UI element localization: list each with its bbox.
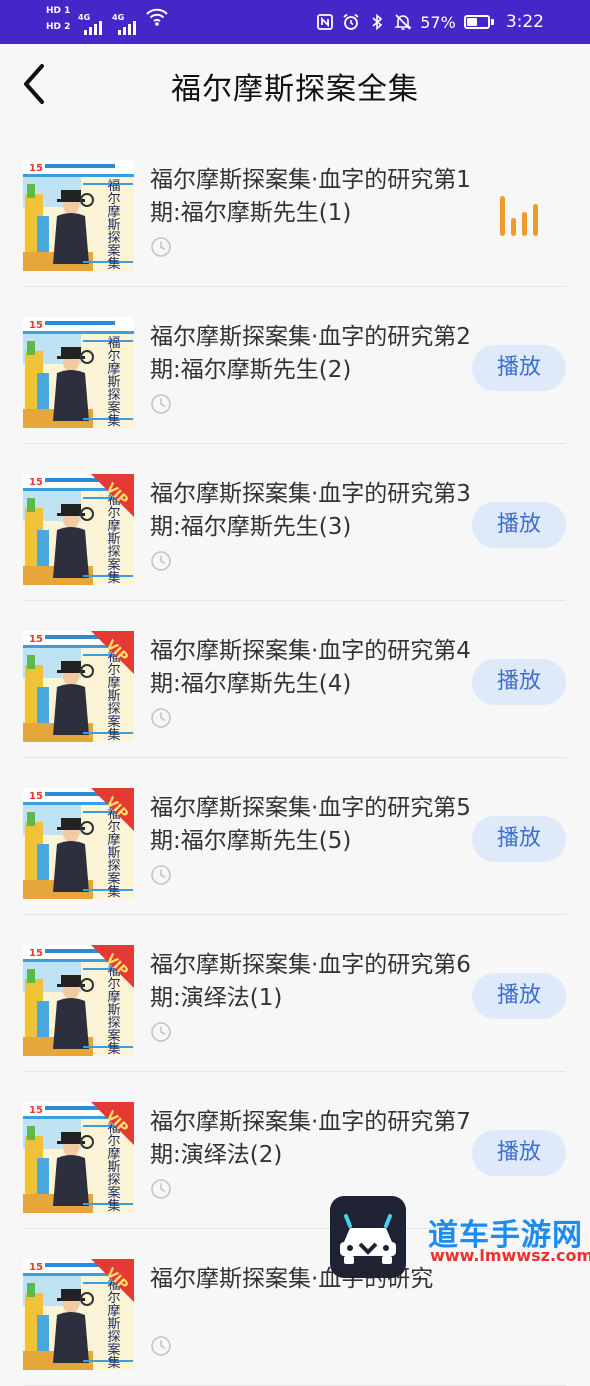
clock-icon (150, 864, 172, 886)
clock-icon (150, 1178, 172, 1200)
episode-title: 福尔摩斯探案集·血字的研究第1期:福尔摩斯先生(1) (150, 167, 471, 226)
play-button[interactable]: 播放 (472, 973, 566, 1019)
episode-title: 福尔摩斯探案集·血字的研究第6期:演绎法(1) (150, 952, 471, 1011)
now-playing-icon (496, 192, 544, 240)
cover-art: 15 福尔摩斯探案集 VIP (23, 1259, 134, 1370)
hd1-badge: HD 1 (46, 6, 71, 16)
list-item[interactable]: 15 福尔摩斯探案集 福尔摩斯探案集·血字的研究第1期:福尔摩斯先生(1) (0, 130, 590, 287)
svg-text:15: 15 (29, 320, 43, 331)
episode-title: 福尔摩斯探案集·血字的研究第2期:福尔摩斯先生(2) (150, 324, 471, 383)
episode-cover: 15 福尔摩斯探案集 VIP (23, 631, 134, 742)
episode-title: 福尔摩斯探案集·血字的研究第5期:福尔摩斯先生(5) (150, 795, 471, 854)
hd2-badge: HD 2 (46, 22, 71, 32)
episode-cover: 15 福尔摩斯探案集 VIP (23, 788, 134, 899)
clock-icon (150, 707, 172, 729)
episode-cover: 15 福尔摩斯探案集 VIP (23, 1102, 134, 1213)
cover-art: 15 福尔摩斯探案集 VIP (23, 1102, 134, 1213)
cover-art: 15 福尔摩斯探案集 VIP (23, 788, 134, 899)
svg-text:15: 15 (29, 163, 43, 174)
car-icon (340, 1214, 396, 1264)
page-title: 福尔摩斯探案全集 (171, 72, 419, 107)
list-item[interactable]: 15 福尔摩斯探案集 VIP 福尔摩斯探案集·血字的研究第4期:福尔摩斯先生(4… (0, 601, 590, 758)
site-watermark: 道车手游网 www.lmwwsz.com (330, 1196, 590, 1278)
status-bar: HD 1 HD 2 4G 4G 57% 3:22 (0, 0, 590, 44)
battery-percent: 57% (420, 12, 456, 32)
list-item[interactable]: 15 福尔摩斯探案集 福尔摩斯探案集·血字的研究第2期:福尔摩斯先生(2) 播放 (0, 287, 590, 444)
play-button[interactable]: 播放 (472, 659, 566, 705)
cover-art: 15 福尔摩斯探案集 VIP (23, 945, 134, 1056)
cover-art: 15 福尔摩斯探案集 (23, 317, 134, 428)
clock-icon (150, 550, 172, 572)
episode-title: 福尔摩斯探案集·血字的研究第3期:福尔摩斯先生(3) (150, 481, 471, 540)
episode-cover: 15 福尔摩斯探案集 (23, 317, 134, 428)
cover-spine-text: 福尔摩斯探案集 (107, 179, 120, 271)
cover-art: 15 福尔摩斯探案集 (23, 160, 134, 271)
nfc-icon (317, 14, 334, 30)
clock-time: 3:22 (505, 12, 544, 32)
battery-icon (463, 15, 494, 29)
clock-icon (150, 1021, 172, 1043)
signal-2-icon: 4G (112, 13, 138, 35)
mute-icon (394, 14, 413, 30)
wifi-icon (146, 8, 168, 26)
signal-1-icon: 4G (78, 13, 104, 35)
svg-text:15: 15 (29, 948, 43, 959)
clock-icon (150, 393, 172, 415)
alarm-icon (343, 13, 359, 30)
play-button[interactable]: 播放 (472, 502, 566, 548)
cover-art: 15 福尔摩斯探案集 VIP (23, 631, 134, 742)
svg-text:15: 15 (29, 1105, 43, 1116)
header: 福尔摩斯探案全集 (0, 44, 590, 126)
episode-cover: 15 福尔摩斯探案集 (23, 160, 134, 271)
cover-art: 15 福尔摩斯探案集 VIP (23, 474, 134, 585)
episode-cover: 15 福尔摩斯探案集 VIP (23, 945, 134, 1056)
episode-title: 福尔摩斯探案集·血字的研究第7期:演绎法(2) (150, 1109, 471, 1168)
play-button[interactable]: 播放 (472, 1130, 566, 1176)
play-button[interactable]: 播放 (472, 816, 566, 862)
watermark-url: www.lmwwsz.com (430, 1246, 590, 1265)
episode-title: 福尔摩斯探案集·血字的研究第4期:福尔摩斯先生(4) (150, 638, 471, 697)
clock-icon (150, 1335, 172, 1357)
svg-text:15: 15 (29, 477, 43, 488)
svg-text:15: 15 (29, 1262, 43, 1273)
cover-spine-text: 福尔摩斯探案集 (107, 336, 120, 428)
clock-icon (150, 236, 172, 258)
list-item[interactable]: 15 福尔摩斯探案集 VIP 福尔摩斯探案集·血字的研究第6期:演绎法(1) 播… (0, 915, 590, 1072)
svg-text:15: 15 (29, 791, 43, 802)
hd-badges: HD 1 HD 2 (46, 5, 74, 37)
play-button[interactable]: 播放 (472, 345, 566, 391)
episode-cover: 15 福尔摩斯探案集 VIP (23, 1259, 134, 1370)
watermark-logo (330, 1196, 406, 1278)
list-item[interactable]: 15 福尔摩斯探案集 VIP 福尔摩斯探案集·血字的研究第5期:福尔摩斯先生(5… (0, 758, 590, 915)
svg-text:15: 15 (29, 634, 43, 645)
episode-cover: 15 福尔摩斯探案集 VIP (23, 474, 134, 585)
system-indicators: 57% 3:22 (316, 0, 544, 44)
list-item[interactable]: 15 福尔摩斯探案集 VIP 福尔摩斯探案集·血字的研究第3期:福尔摩斯先生(3… (0, 444, 590, 601)
bluetooth-icon (372, 13, 383, 31)
